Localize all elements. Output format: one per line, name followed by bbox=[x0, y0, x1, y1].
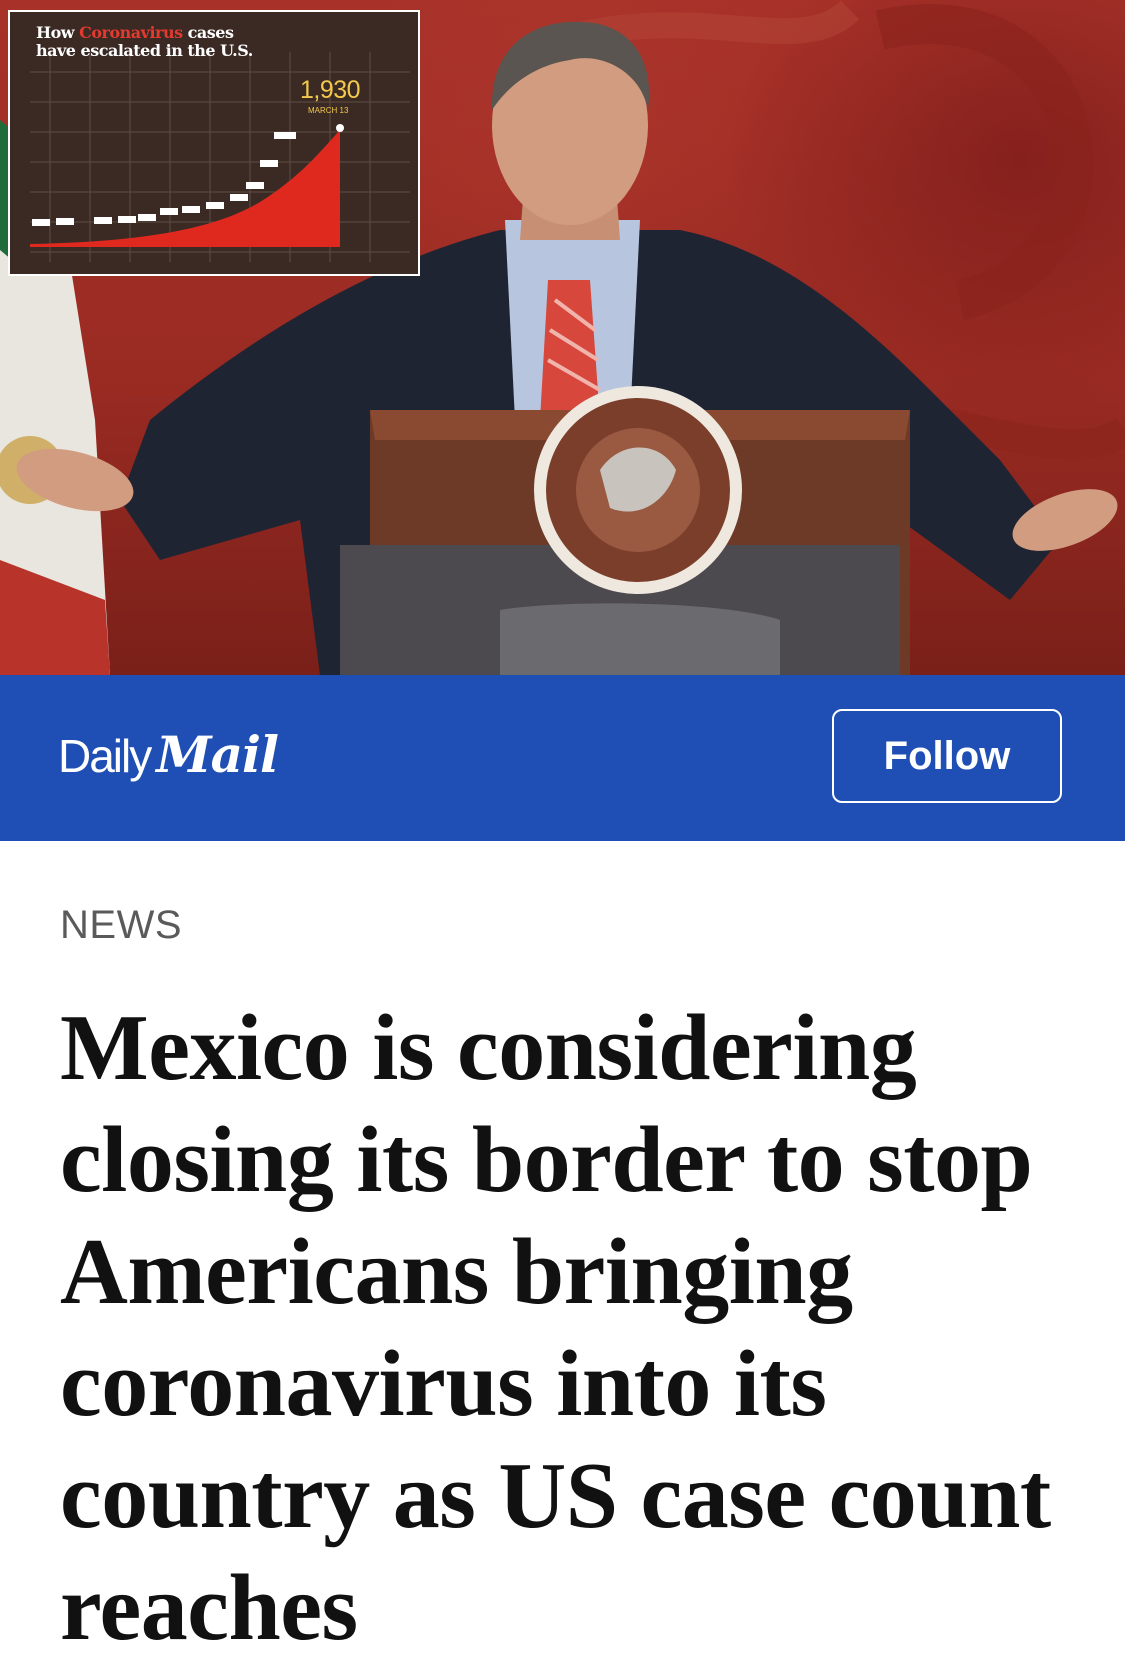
inset-peak-value: 1,930 bbox=[300, 76, 361, 104]
inset-chart-title: How Coronavirus cases have escalated in … bbox=[36, 24, 266, 60]
inset-title-prefix: How bbox=[36, 23, 75, 42]
inset-title-highlight: Coronavirus bbox=[79, 23, 183, 42]
publisher-logo[interactable]: Daily Mail bbox=[58, 725, 279, 795]
inset-peak-label: MARCH 13 bbox=[308, 106, 349, 115]
follow-button[interactable]: Follow bbox=[832, 709, 1062, 803]
section-label[interactable]: NEWS bbox=[60, 903, 182, 948]
inset-chart: How Coronavirus cases have escalated in … bbox=[8, 10, 420, 276]
publisher-bar: Daily Mail Follow bbox=[0, 675, 1125, 841]
inset-chart-peak-point bbox=[336, 124, 344, 132]
logo-mail: Mail bbox=[156, 725, 279, 784]
article-headline[interactable]: Mexico is considering closing its border… bbox=[60, 992, 1100, 1664]
logo-daily: Daily bbox=[58, 730, 152, 782]
inset-chart-curve bbox=[30, 130, 340, 247]
hero-image[interactable]: How Coronavirus cases have escalated in … bbox=[0, 0, 1125, 675]
